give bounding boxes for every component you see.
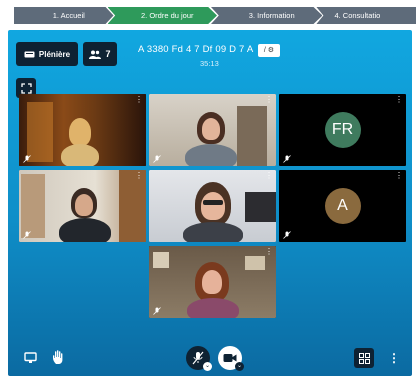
avatar-fr: FR	[324, 112, 361, 148]
step-information[interactable]: 3. Information	[210, 7, 323, 24]
tile-menu-icon[interactable]: ⋮	[135, 96, 143, 104]
step-ordre-du-jour[interactable]: 2. Ordre du jour	[107, 7, 217, 24]
video-tile-1[interactable]: ⋮	[19, 94, 146, 166]
edit-button[interactable]: / ⚙	[258, 44, 280, 57]
agenda-steps: 1. Accueil 2. Ordre du jour 3. Informati…	[14, 7, 416, 24]
mic-off-icon	[283, 155, 291, 163]
control-bar: ⌄ ⌄ ⋮	[8, 342, 412, 374]
step-consultation[interactable]: 4. Consultatio	[316, 7, 416, 24]
avatar-a: A	[324, 188, 361, 224]
participants-button[interactable]: 7	[83, 42, 117, 66]
people-icon	[89, 50, 102, 59]
video-tile-2[interactable]: ⋮	[149, 94, 276, 166]
page: 1. Accueil 2. Ordre du jour 3. Informati…	[0, 0, 416, 378]
pleniere-button[interactable]: Plénière	[16, 42, 78, 66]
pleniere-label: Plénière	[38, 49, 71, 59]
video-tile-5[interactable]: ⋮	[149, 170, 276, 242]
mic-muted-icon	[192, 351, 204, 365]
tile-menu-icon[interactable]: ⋮	[265, 172, 273, 180]
raise-hand-button[interactable]	[50, 348, 66, 366]
avatar-tile-a[interactable]: A ⋮	[279, 170, 406, 242]
room-icon	[24, 51, 35, 57]
elapsed-time: 35:13	[200, 59, 219, 68]
tile-menu-icon[interactable]: ⋮	[265, 248, 273, 256]
mic-options-chevron-icon[interactable]: ⌄	[203, 362, 212, 371]
layout-icon	[20, 82, 32, 94]
tile-menu-icon[interactable]: ⋮	[265, 96, 273, 104]
mic-off-icon	[23, 231, 31, 239]
mic-toggle-button[interactable]: ⌄	[186, 346, 212, 371]
camera-options-chevron-icon[interactable]: ⌄	[235, 362, 244, 371]
meeting-area: Plénière 7 A 3380 Fd 4 7 Df 09 D 7 A 35:…	[8, 30, 412, 376]
camera-icon	[223, 354, 237, 362]
avatar-tile-fr[interactable]: FR ⋮	[279, 94, 406, 166]
video-tile-7[interactable]: ⋮	[149, 246, 276, 318]
video-tile-4[interactable]: ⋮	[19, 170, 146, 242]
tile-menu-icon[interactable]: ⋮	[395, 172, 403, 180]
meeting-title: A 3380 Fd 4 7 Df 09 D 7 A	[138, 44, 254, 55]
more-options-icon[interactable]: ⋮	[388, 348, 400, 368]
screen-share-icon	[23, 352, 37, 363]
grid-view-icon	[358, 352, 370, 364]
tile-menu-icon[interactable]: ⋮	[135, 172, 143, 180]
screen-share-button[interactable]	[22, 350, 38, 366]
raise-hand-icon	[52, 349, 62, 364]
mic-off-icon	[23, 155, 31, 163]
participants-count: 7	[105, 49, 111, 59]
mic-off-icon	[283, 231, 291, 239]
camera-toggle-button[interactable]: ⌄	[218, 346, 244, 371]
grid-view-button[interactable]	[354, 348, 374, 368]
mic-off-icon	[153, 307, 161, 315]
tile-menu-icon[interactable]: ⋮	[395, 96, 403, 104]
mic-off-icon	[153, 155, 161, 163]
step-accueil[interactable]: 1. Accueil	[14, 7, 114, 24]
